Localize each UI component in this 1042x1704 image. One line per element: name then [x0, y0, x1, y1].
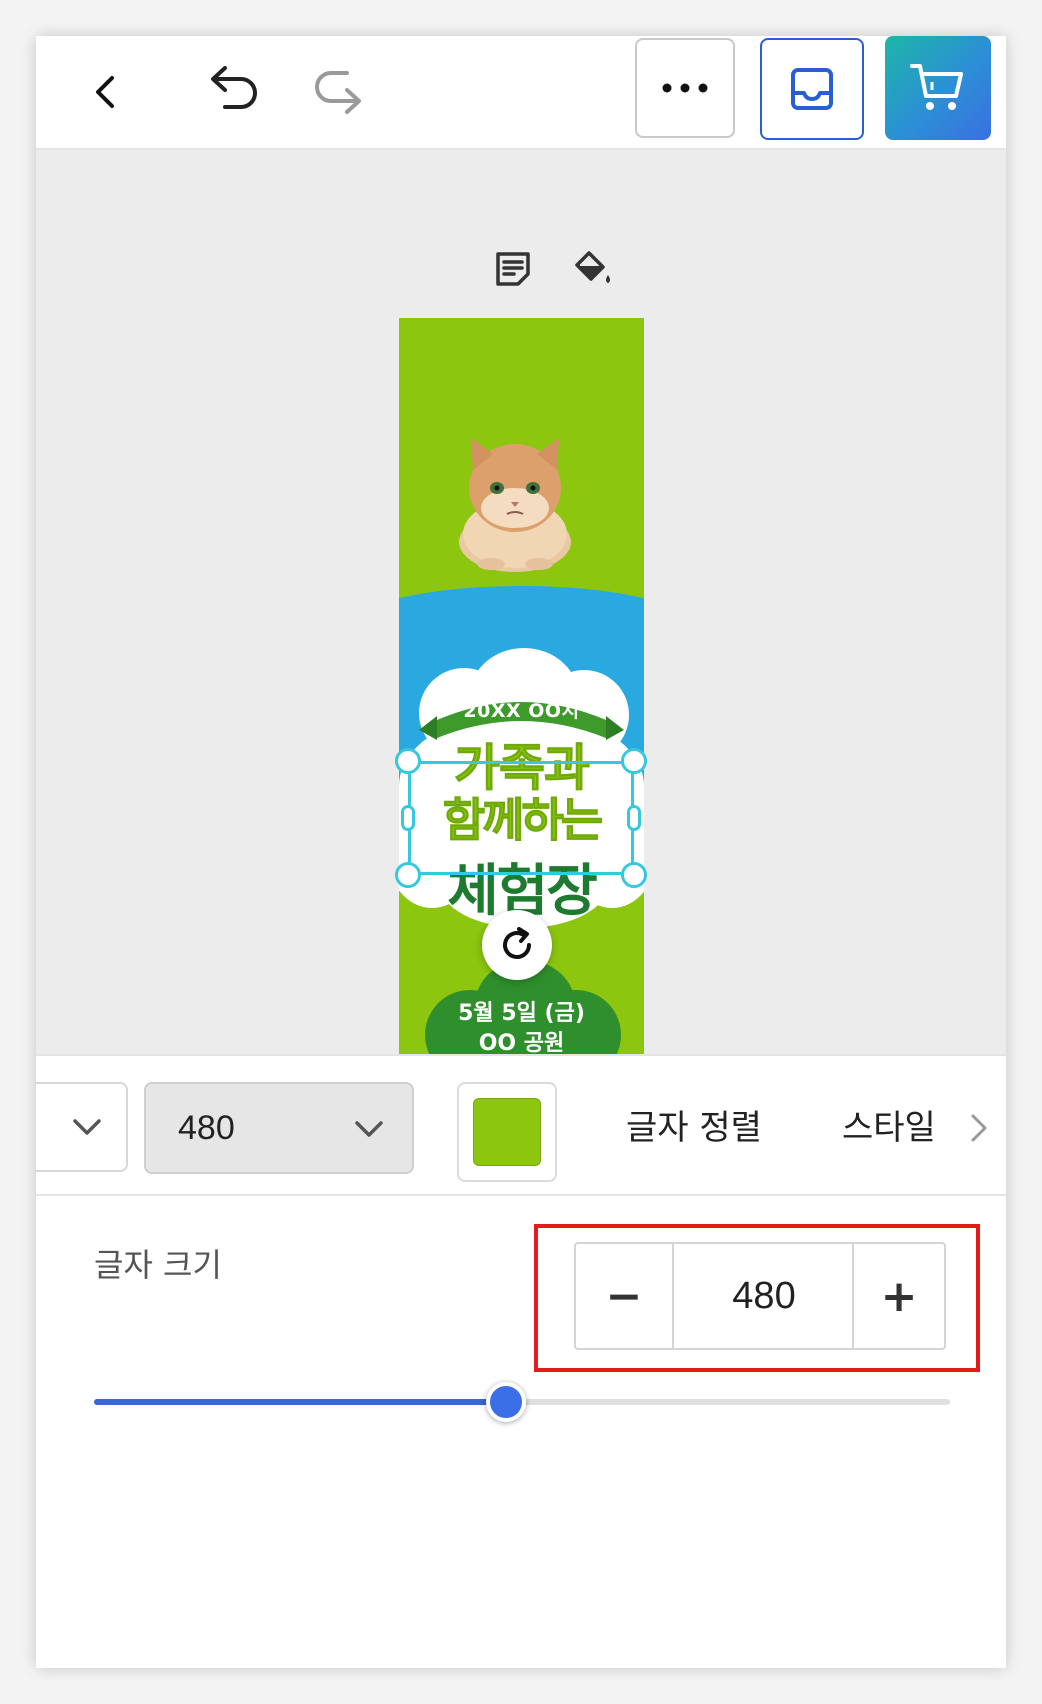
chevron-down-icon: [355, 1121, 383, 1137]
title-line-1[interactable]: 가족과: [399, 742, 644, 795]
top-toolbar: [36, 36, 1006, 150]
font-size-dropdown[interactable]: 480: [144, 1082, 414, 1174]
font-family-dropdown[interactable]: [36, 1082, 128, 1172]
slider-fill: [94, 1399, 506, 1405]
text-style-button[interactable]: 스타일: [842, 1082, 936, 1174]
event-place: OO 공원: [478, 1031, 565, 1054]
font-size-panel: 글자 크기 − 480 +: [36, 1196, 1006, 1668]
increase-size-button[interactable]: +: [852, 1244, 944, 1348]
ribbon-text: 20XX OO시: [463, 700, 580, 722]
rotate-handle[interactable]: [482, 910, 552, 980]
resize-handle-right[interactable]: [627, 805, 641, 831]
font-size-label: 글자 크기: [94, 1246, 222, 1284]
app-frame: 20XX OO시 가족과 함께하는 체험장 5월 5일 (금) OO 공원 48…: [36, 36, 1006, 1668]
event-date: 5월 5일 (금): [458, 1001, 585, 1026]
note-icon: [496, 252, 530, 286]
text-align-button[interactable]: 글자 정렬: [626, 1082, 762, 1174]
resize-handle-top-left[interactable]: [395, 748, 421, 774]
slider-thumb[interactable]: [485, 1382, 526, 1422]
text-color-button[interactable]: [457, 1082, 557, 1182]
cat-image: [459, 438, 571, 572]
undo-button[interactable]: [198, 56, 268, 126]
more-options-button[interactable]: [635, 38, 735, 138]
save-to-storage-button[interactable]: [760, 38, 864, 140]
more-icon: [662, 83, 708, 93]
redo-icon: [315, 71, 361, 114]
note-button[interactable]: [490, 246, 536, 292]
design-canvas[interactable]: 20XX OO시 가족과 함께하는 체험장 5월 5일 (금) OO 공원: [36, 150, 1006, 1054]
chevron-down-icon: [73, 1119, 101, 1135]
undo-icon: [211, 66, 257, 109]
font-size-slider[interactable]: [94, 1382, 950, 1422]
decrease-size-button[interactable]: −: [576, 1244, 674, 1348]
font-size-dropdown-value: 480: [178, 1109, 235, 1147]
fill-color-button[interactable]: [570, 246, 616, 292]
font-size-stepper: − 480 +: [574, 1242, 946, 1350]
font-size-value[interactable]: 480: [674, 1244, 854, 1348]
redo-button[interactable]: [304, 56, 374, 126]
text-format-toolbar: 480 글자 정렬 스타일: [36, 1054, 1006, 1196]
back-button[interactable]: [76, 62, 136, 122]
chevron-right-icon[interactable]: [964, 1108, 994, 1148]
paint-bucket-icon: [575, 251, 610, 283]
resize-handle-top-right[interactable]: [621, 748, 647, 774]
resize-handle-bottom-left[interactable]: [395, 862, 421, 888]
cart-button[interactable]: [885, 36, 991, 140]
cart-icon: [910, 64, 963, 110]
title-line-2[interactable]: 함께하는: [399, 794, 644, 847]
inbox-icon: [791, 68, 833, 110]
resize-handle-left[interactable]: [401, 805, 415, 831]
text-color-swatch: [473, 1098, 541, 1166]
resize-handle-bottom-right[interactable]: [621, 862, 647, 888]
chevron-left-icon: [96, 76, 114, 108]
rotate-icon: [503, 927, 531, 959]
floating-tools: [490, 246, 630, 296]
